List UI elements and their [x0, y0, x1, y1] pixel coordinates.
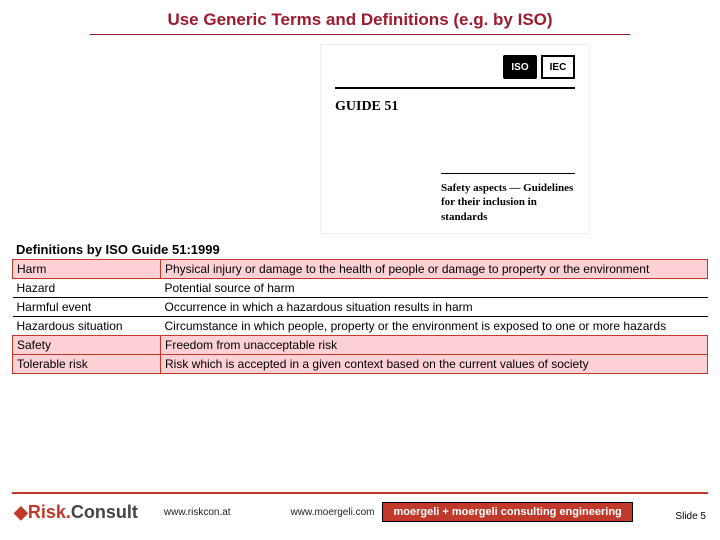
footer-rule — [12, 492, 708, 494]
table-row: HarmPhysical injury or damage to the hea… — [13, 260, 708, 279]
riskconsult-logo: ◆Risk.Consult — [14, 502, 138, 523]
iso-logo-icon: ISO — [503, 55, 537, 79]
definition-cell: Potential source of harm — [161, 279, 708, 298]
doc-subtitle: Safety aspects — Guidelines for their in… — [441, 181, 575, 224]
slide-number: Slide 5 — [675, 511, 706, 522]
definition-cell: Risk which is accepted in a given contex… — [161, 355, 708, 374]
table-row: SafetyFreedom from unacceptable risk — [13, 336, 708, 355]
table-heading: Definitions by ISO Guide 51:1999 — [12, 240, 708, 259]
definition-cell: Physical injury or damage to the health … — [161, 260, 708, 279]
definition-cell: Occurrence in which a hazardous situatio… — [161, 298, 708, 317]
table-row: Tolerable riskRisk which is accepted in … — [13, 355, 708, 374]
iec-logo-icon: IEC — [541, 55, 575, 79]
term-cell: Safety — [13, 336, 161, 355]
doc-rule-2 — [441, 173, 575, 174]
term-cell: Harm — [13, 260, 161, 279]
table-row: Harmful eventOccurrence in which a hazar… — [13, 298, 708, 317]
moergeli-logo: moergeli + moergeli consulting engineeri… — [382, 502, 632, 522]
table-row: Hazardous situationCircumstance in which… — [13, 317, 708, 336]
url-moergeli: www.moergeli.com — [291, 507, 375, 518]
url-riskcon: www.riskcon.at — [164, 507, 231, 518]
term-cell: Hazardous situation — [13, 317, 161, 336]
title-underline — [90, 34, 630, 35]
footer: ◆Risk.Consult www.riskcon.at www.moergel… — [0, 498, 720, 526]
table-row: HazardPotential source of harm — [13, 279, 708, 298]
term-cell: Tolerable risk — [13, 355, 161, 374]
term-cell: Hazard — [13, 279, 161, 298]
definition-cell: Circumstance in which people, property o… — [161, 317, 708, 336]
doc-rule — [335, 87, 575, 89]
term-cell: Harmful event — [13, 298, 161, 317]
definition-cell: Freedom from unacceptable risk — [161, 336, 708, 355]
definitions-table: Definitions by ISO Guide 51:1999 HarmPhy… — [12, 240, 708, 374]
page-title: Use Generic Terms and Definitions (e.g. … — [0, 0, 720, 32]
iso-document-preview: ISO IEC GUIDE 51 Safety aspects — Guidel… — [320, 44, 590, 234]
doc-guide-number: GUIDE 51 — [335, 99, 398, 115]
